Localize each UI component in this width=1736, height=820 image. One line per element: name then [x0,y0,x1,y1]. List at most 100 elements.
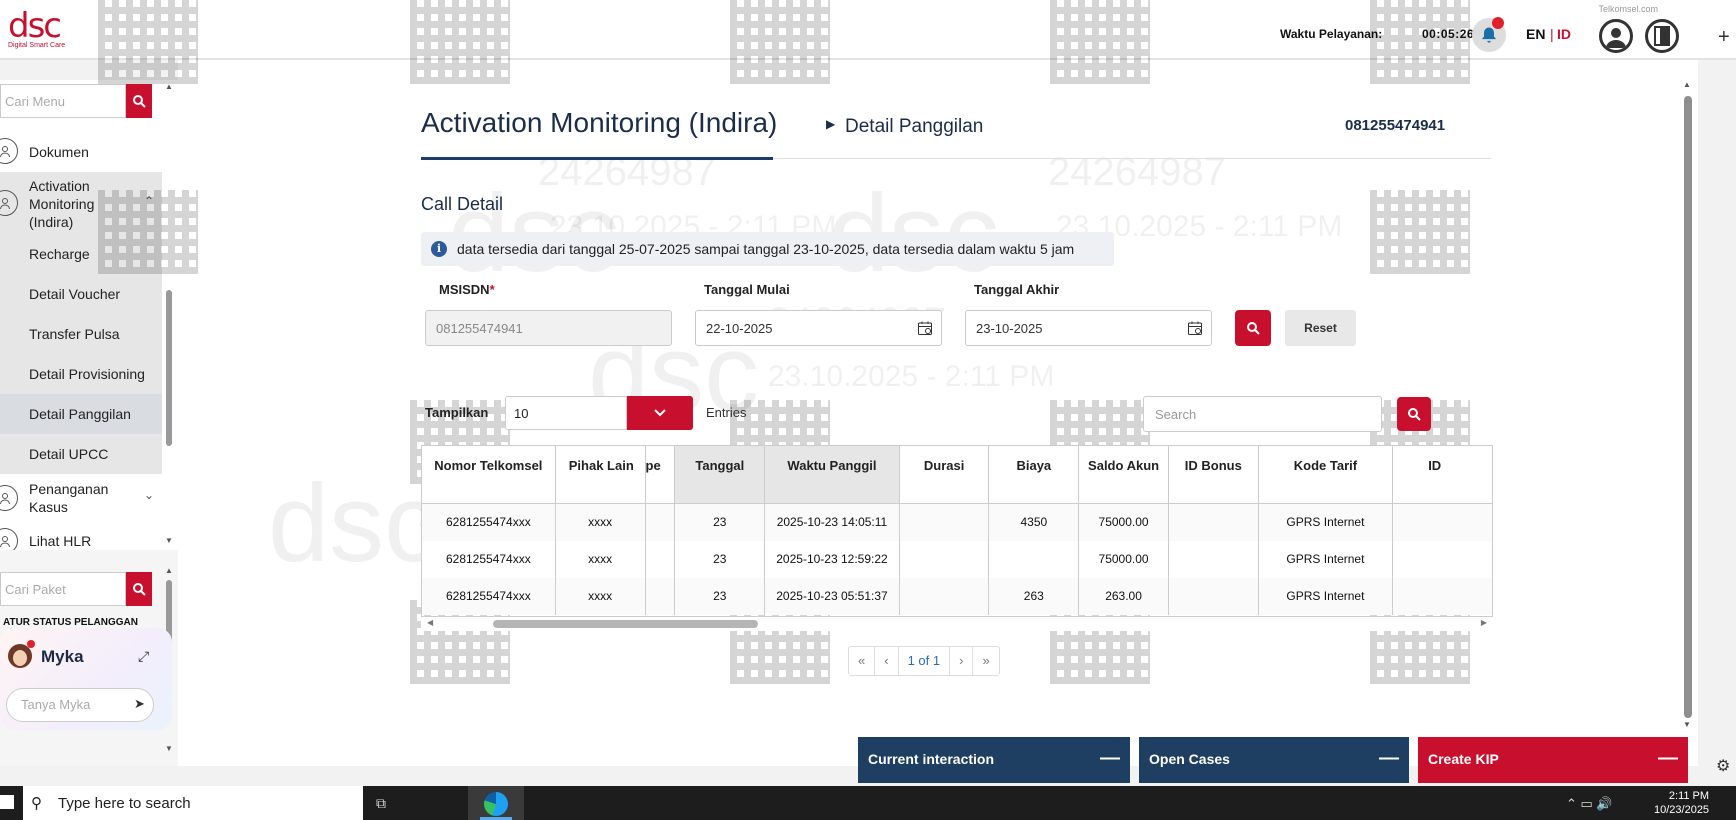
breadcrumb[interactable]: Detail Panggilan [845,116,983,138]
cell-id [1392,540,1493,578]
col-header[interactable]: pe [644,445,676,504]
user-circle-icon [0,190,18,216]
sidebar-item-activation-monitoring[interactable]: Activation Monitoring (Indira) ⌃ [0,172,162,234]
col-header[interactable]: ID Bonus [1167,445,1259,504]
create-kip-panel[interactable]: Create KIP — [1418,737,1688,783]
menu-search-input[interactable]: Cari Menu [0,84,126,118]
open-cases-panel[interactable]: Open Cases — [1139,737,1409,783]
user-profile-icon[interactable] [1599,19,1633,53]
col-header[interactable]: Saldo Akun [1078,445,1169,504]
scroll-down-arrow-icon[interactable]: ▼ [165,536,173,545]
sidebar-item-penanganan-kasus[interactable]: Penanganan Kasus ⌄ [0,476,162,520]
taskbar-search-box[interactable]: ⚲ Type here to search [23,786,363,820]
cell-pihak-lain: xxxx [554,577,646,615]
scroll-up-arrow-icon[interactable]: ▲ [1683,80,1691,89]
table-header-row: Nomor Telkomsel Pihak Lain pe Tanggal Wa… [421,445,1493,504]
breadcrumb-arrow-icon: ▶ [826,117,836,131]
expand-icon[interactable]: ⤢ [138,648,149,665]
plus-icon[interactable]: + [1718,26,1730,49]
last-page-button[interactable]: » [973,647,998,675]
table-row[interactable]: 6281255474xxx xxxx 23 2025-10-23 05:51:3… [421,577,1493,615]
scroll-down-arrow-icon[interactable]: ▼ [1683,720,1691,729]
pagination: « ‹ 1 of 1 › » [848,646,1000,676]
col-header[interactable]: Nomor Telkomsel [421,445,556,504]
app-header: dsc Digital Smart Care Telkomsel.com Wak… [0,0,1736,60]
col-header[interactable]: Biaya [988,445,1080,504]
table-search-button[interactable] [1397,397,1431,431]
lang-id-option[interactable]: ID [1557,26,1571,42]
table-search-input[interactable]: Search [1143,396,1382,432]
cell-saldo: 75000.00 [1078,540,1169,578]
msisdn-field[interactable]: 081255474941 [425,310,672,346]
edge-browser-taskbar-button[interactable] [468,786,524,820]
myka-name: Myka [41,647,84,666]
chevron-up-icon[interactable]: ⌃ [144,194,154,208]
menu-search-button[interactable] [126,84,152,118]
system-tray-icons[interactable]: ⌃ ▭ 🔊 [1566,796,1613,812]
gear-icon[interactable]: ⚙ [1716,756,1730,776]
first-page-button[interactable]: « [849,647,876,675]
next-page-button[interactable]: › [950,647,974,675]
watermark-logo: dsc [268,462,440,585]
sidebar-item-lihat-hlr[interactable]: Lihat HLR [0,524,162,550]
task-view-icon[interactable]: ⧉ [376,795,386,812]
paket-search-button[interactable] [126,572,152,606]
panel-title: Create KIP [1428,751,1499,767]
taskbar-clock[interactable]: 2:11 PM 10/23/2025 [1654,789,1709,817]
start-date-field[interactable]: 22-10-2025 [695,310,942,346]
sidebar-subitem-detail-voucher[interactable]: Detail Voucher [0,274,162,314]
start-date-label: Tanggal Mulai [704,282,790,297]
table-horizontal-scrollbar[interactable]: ◀ ▶ [421,617,1493,631]
current-interaction-panel[interactable]: Current interaction — [858,737,1130,783]
col-header[interactable]: ID [1392,445,1493,504]
minimize-icon[interactable]: — [1658,747,1678,770]
entries-dropdown-button[interactable] [627,396,693,430]
logout-door-icon[interactable] [1645,19,1679,53]
table-row[interactable]: 6281255474xxx xxxx 23 2025-10-23 14:05:1… [421,503,1493,541]
sidebar-subitem-detail-panggilan[interactable]: Detail Panggilan [0,394,162,434]
dsc-logo[interactable]: dsc Digital Smart Care [6,6,86,52]
prev-page-button[interactable]: ‹ [875,647,899,675]
scroll-right-arrow-icon[interactable]: ▶ [1481,618,1487,627]
minimize-icon[interactable]: — [1379,747,1399,770]
end-date-label: Tanggal Akhir [974,282,1060,297]
col-header[interactable]: Durasi [898,445,990,504]
table-row[interactable]: 6281255474xxx xxxx 23 2025-10-23 12:59:2… [421,540,1493,578]
end-date-field[interactable]: 23-10-2025 [965,310,1212,346]
main-scrollbar-thumb[interactable] [1684,96,1692,718]
reset-button[interactable]: Reset [1285,310,1356,346]
col-header[interactable]: Kode Tarif [1257,445,1394,504]
hscroll-thumb[interactable] [493,620,758,628]
sidebar-subitem-detail-upcc[interactable]: Detail UPCC [0,434,162,474]
filter-search-button[interactable] [1235,310,1271,346]
sidebar-subitem-recharge[interactable]: Recharge [0,234,162,274]
sidebar-subitem-transfer-pulsa[interactable]: Transfer Pulsa [0,314,162,354]
col-header[interactable]: Pihak Lain [554,445,646,504]
windows-start-icon[interactable] [0,795,14,809]
cell-biaya [988,540,1080,578]
search-icon [1247,322,1260,335]
scroll-down-arrow-icon[interactable]: ▼ [165,744,173,753]
scroll-up-arrow-icon[interactable]: ▲ [165,82,173,91]
calendar-icon [918,321,932,335]
cell-id [1392,577,1493,615]
sidebar-item-label: Recharge [29,246,90,262]
cell-saldo: 75000.00 [1078,503,1169,541]
scroll-up-arrow-icon[interactable]: ▲ [165,566,173,575]
send-icon[interactable]: ➤ [134,696,145,712]
entries-select[interactable]: 10 [505,396,627,430]
sidebar-scrollbar-thumb[interactable] [166,290,172,446]
user-circle-icon [0,138,18,164]
chevron-down-icon[interactable]: ⌄ [144,488,154,502]
cell-nomor: 6281255474xxx [421,577,556,615]
cell-id-bonus [1167,540,1259,578]
sidebar-subitem-detail-provisioning[interactable]: Detail Provisioning [0,354,162,394]
tanya-myka-input[interactable]: Tanya Myka [6,688,154,722]
paket-search-input[interactable]: Cari Paket [0,572,126,606]
col-header[interactable]: Tanggal [674,445,766,504]
lang-en-option[interactable]: EN [1526,26,1545,42]
minimize-icon[interactable]: — [1100,747,1120,770]
sidebar-item-dokumen[interactable]: Dokumen [0,134,162,170]
scroll-left-arrow-icon[interactable]: ◀ [427,618,433,627]
col-header[interactable]: Waktu Panggil [764,445,900,504]
